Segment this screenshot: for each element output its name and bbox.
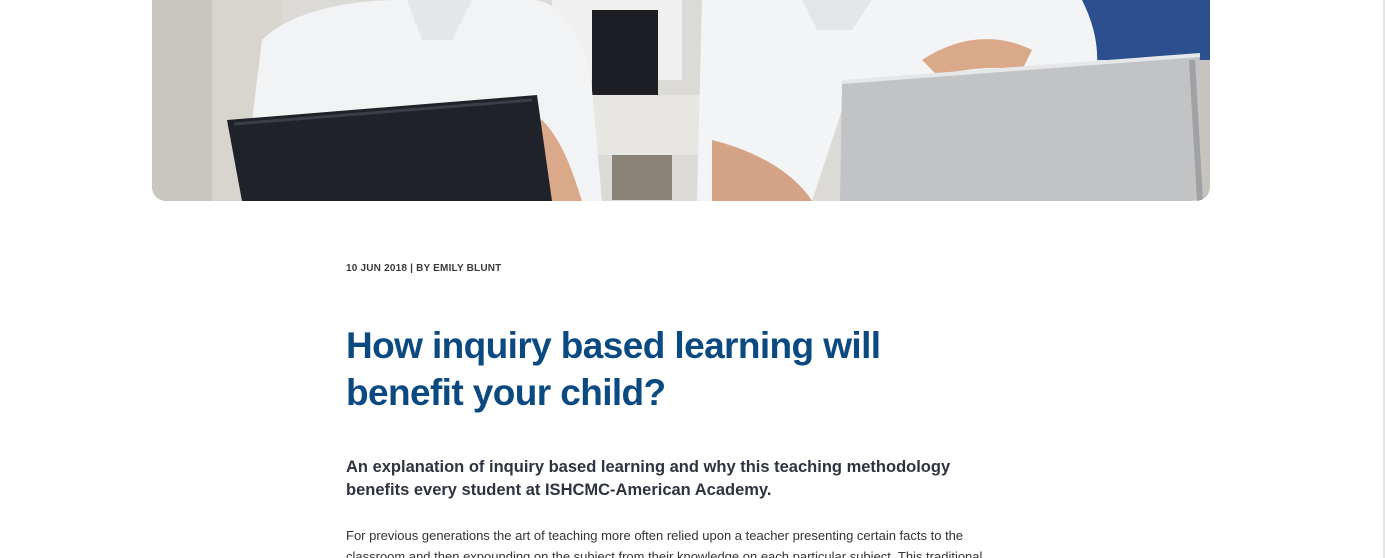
- article-meta: 10 JUN 2018 | BY EMILY BLUNT: [346, 263, 502, 274]
- hero-image: [152, 0, 1210, 201]
- article-content: 10 JUN 2018 | BY EMILY BLUNT How inquiry…: [346, 262, 1026, 558]
- article-title: How inquiry based learning will benefit …: [346, 325, 881, 413]
- article-page: 10 JUN 2018 | BY EMILY BLUNT How inquiry…: [0, 0, 1385, 558]
- article-body: For previous generations the art of teac…: [346, 528, 983, 558]
- classroom-photo: [152, 0, 1210, 201]
- article-lead: An explanation of inquiry based learning…: [346, 458, 951, 499]
